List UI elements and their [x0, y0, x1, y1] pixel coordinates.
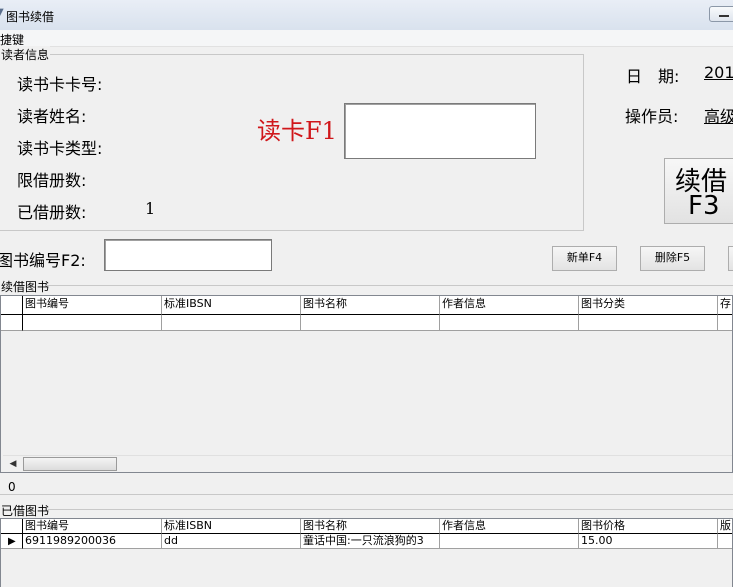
renew-button-key: F3: [688, 191, 720, 221]
date-value: 201: [704, 63, 733, 82]
operator-value: 高级: [704, 107, 733, 126]
renew-cell[interactable]: [23, 315, 162, 331]
borrowed-col-author[interactable]: 作者信息: [440, 519, 579, 534]
delete-button[interactable]: 删除F5: [640, 246, 705, 271]
borrowed-col-price[interactable]: 图书价格: [579, 519, 718, 534]
borrowed-col-book-number[interactable]: 图书编号: [23, 519, 162, 534]
borrow-limit-label: 限借册数:: [17, 171, 87, 190]
borrowed-col-edition[interactable]: 版: [718, 519, 732, 534]
window-title: 图书续借: [6, 10, 55, 24]
minimize-icon: [719, 15, 729, 17]
reader-name-label: 读者姓名:: [17, 107, 87, 126]
renew-col-title[interactable]: 图书名称: [301, 296, 440, 315]
date-label: 日 期:: [626, 67, 680, 86]
scroll-thumb[interactable]: [23, 457, 117, 471]
book-number-label: 图书编号F2:: [0, 251, 86, 270]
borrowed-cell[interactable]: 6911989200036: [23, 534, 162, 549]
borrowed-cell[interactable]: dd: [162, 534, 301, 549]
minimize-button[interactable]: [709, 6, 733, 22]
renew-grid-hscrollbar[interactable]: ◀: [3, 455, 732, 472]
renew-col-stock[interactable]: 存: [718, 296, 732, 315]
menu-bar: 快捷键: [0, 30, 733, 47]
borrowed-cell[interactable]: 15.00: [579, 534, 718, 549]
card-type-label: 读书卡类型:: [17, 139, 103, 158]
renew-count: 0: [8, 480, 16, 494]
borrowed-cell[interactable]: [440, 534, 579, 549]
renew-grid-corner: [1, 296, 23, 315]
borrowed-cell[interactable]: 童话中国:一只流浪狗的3: [301, 534, 440, 549]
borrowed-grid-divider: [48, 509, 733, 510]
renew-cell[interactable]: [440, 315, 579, 331]
borrowed-count-value: 1: [145, 199, 156, 218]
borrowed-count-label: 已借册数:: [17, 203, 87, 222]
borrowed-grid-corner: [1, 519, 23, 534]
renew-cell[interactable]: [718, 315, 732, 331]
renew-col-author[interactable]: 作者信息: [440, 296, 579, 315]
renew-col-isbn[interactable]: 标准IBSN: [162, 296, 301, 315]
renew-cell[interactable]: [301, 315, 440, 331]
renew-col-category[interactable]: 图书分类: [579, 296, 718, 315]
section-divider: [0, 494, 733, 495]
renew-cell[interactable]: [579, 315, 718, 331]
current-row-arrow-icon: ▶: [8, 536, 16, 547]
borrowed-col-title[interactable]: 图书名称: [301, 519, 440, 534]
borrowed-cell[interactable]: [718, 534, 732, 549]
renew-grid-divider: [46, 285, 733, 286]
renew-button[interactable]: 续借 F3: [664, 158, 733, 224]
borrowed-grid[interactable]: 图书编号 标准ISBN 图书名称 作者信息 图书价格 版 ▶ 691198920…: [0, 518, 733, 587]
read-card-input[interactable]: [344, 103, 536, 159]
borrowed-row-header[interactable]: ▶: [1, 534, 23, 549]
renew-col-book-number[interactable]: 图书编号: [23, 296, 162, 315]
renew-row-header[interactable]: [1, 315, 23, 331]
book-app-icon: ▼: [0, 7, 4, 19]
borrowed-col-isbn[interactable]: 标准ISBN: [162, 519, 301, 534]
extra-button[interactable]: [728, 246, 733, 271]
new-order-button[interactable]: 新单F4: [552, 246, 617, 271]
renew-grid-title: 续借图书: [0, 278, 51, 295]
title-bar: ▼ 图书续借: [0, 0, 733, 31]
card-number-label: 读书卡卡号:: [17, 75, 103, 94]
operator-label: 操作员:: [625, 107, 679, 126]
book-number-input[interactable]: [104, 239, 272, 271]
scroll-left-icon[interactable]: ◀: [5, 457, 21, 472]
renew-cell[interactable]: [162, 315, 301, 331]
reader-info-title: 读者信息: [0, 46, 51, 63]
borrowed-grid-title: 已借图书: [0, 502, 51, 519]
read-card-label: 读卡F1: [257, 117, 337, 145]
renew-grid[interactable]: 图书编号 标准IBSN 图书名称 作者信息 图书分类 存 ◀: [0, 295, 733, 473]
